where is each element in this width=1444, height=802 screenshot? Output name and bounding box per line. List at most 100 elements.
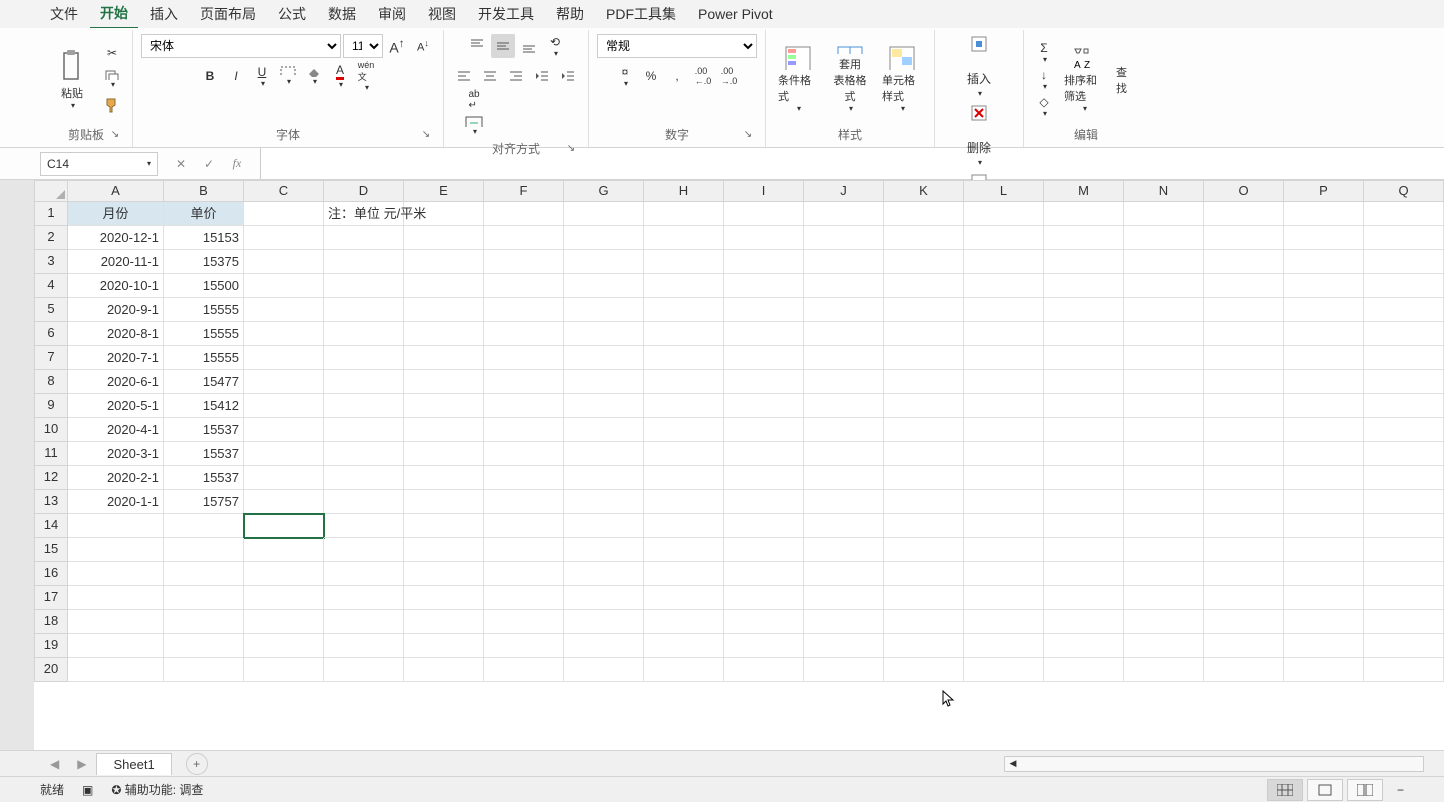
cell-C15[interactable] <box>244 538 324 562</box>
cell-K6[interactable] <box>884 322 964 346</box>
cell-G2[interactable] <box>564 226 644 250</box>
cell-L1[interactable] <box>964 202 1044 226</box>
row-header[interactable]: 18 <box>34 610 68 634</box>
underline-button[interactable]: U▾ <box>250 64 274 88</box>
col-header-D[interactable]: D <box>324 180 404 202</box>
row-header[interactable]: 20 <box>34 658 68 682</box>
cell-P8[interactable] <box>1284 370 1364 394</box>
cell-F7[interactable] <box>484 346 564 370</box>
cell-H3[interactable] <box>644 250 724 274</box>
row-header[interactable]: 14 <box>34 514 68 538</box>
cell-C19[interactable] <box>244 634 324 658</box>
cell-J20[interactable] <box>804 658 884 682</box>
cell-Q16[interactable] <box>1364 562 1444 586</box>
cell-H19[interactable] <box>644 634 724 658</box>
cell-C6[interactable] <box>244 322 324 346</box>
cell-A2[interactable]: 2020-12-1 <box>68 226 164 250</box>
sheet-tab[interactable]: Sheet1 <box>96 753 171 775</box>
accessibility-status[interactable]: ✪ 辅助功能: 调查 <box>111 781 203 798</box>
cell-M6[interactable] <box>1044 322 1124 346</box>
cell-F12[interactable] <box>484 466 564 490</box>
cell-Q14[interactable] <box>1364 514 1444 538</box>
cell-J3[interactable] <box>804 250 884 274</box>
cell-G9[interactable] <box>564 394 644 418</box>
cell-L10[interactable] <box>964 418 1044 442</box>
cell-I3[interactable] <box>724 250 804 274</box>
cell-Q6[interactable] <box>1364 322 1444 346</box>
normal-view-button[interactable] <box>1267 779 1303 801</box>
menu-insert[interactable]: 插入 <box>140 0 188 28</box>
cell-L15[interactable] <box>964 538 1044 562</box>
font-name-combo[interactable]: 宋体 <box>141 34 341 58</box>
cell-E14[interactable] <box>404 514 484 538</box>
cell-H20[interactable] <box>644 658 724 682</box>
cell-B13[interactable]: 15757 <box>164 490 244 514</box>
cell-L17[interactable] <box>964 586 1044 610</box>
col-header-N[interactable]: N <box>1124 180 1204 202</box>
cell-F8[interactable] <box>484 370 564 394</box>
cell-J8[interactable] <box>804 370 884 394</box>
add-sheet-button[interactable]: + <box>186 753 208 775</box>
comma-button[interactable]: , <box>665 64 689 88</box>
cell-A10[interactable]: 2020-4-1 <box>68 418 164 442</box>
cell-H1[interactable] <box>644 202 724 226</box>
cell-K2[interactable] <box>884 226 964 250</box>
cell-N20[interactable] <box>1124 658 1204 682</box>
copy-button[interactable]: ▾ <box>100 67 124 91</box>
cell-G7[interactable] <box>564 346 644 370</box>
cell-I7[interactable] <box>724 346 804 370</box>
phonetic-button[interactable]: wén文▾ <box>354 64 378 88</box>
fill-color-button[interactable]: ▾ <box>302 64 326 88</box>
row-header[interactable]: 1 <box>34 202 68 226</box>
cell-D17[interactable] <box>324 586 404 610</box>
cell-J5[interactable] <box>804 298 884 322</box>
cell-N19[interactable] <box>1124 634 1204 658</box>
cell-E20[interactable] <box>404 658 484 682</box>
cell-D14[interactable] <box>324 514 404 538</box>
cell-C8[interactable] <box>244 370 324 394</box>
cell-Q5[interactable] <box>1364 298 1444 322</box>
cell-N9[interactable] <box>1124 394 1204 418</box>
cell-J4[interactable] <box>804 274 884 298</box>
cell-Q12[interactable] <box>1364 466 1444 490</box>
cell-D18[interactable] <box>324 610 404 634</box>
increase-indent-button[interactable] <box>556 64 580 88</box>
cell-M19[interactable] <box>1044 634 1124 658</box>
cell-N2[interactable] <box>1124 226 1204 250</box>
cell-M12[interactable] <box>1044 466 1124 490</box>
cell-L12[interactable] <box>964 466 1044 490</box>
cell-B4[interactable]: 15500 <box>164 274 244 298</box>
menu-pdf[interactable]: PDF工具集 <box>596 0 686 28</box>
cell-J1[interactable] <box>804 202 884 226</box>
cell-D7[interactable] <box>324 346 404 370</box>
col-header-H[interactable]: H <box>644 180 724 202</box>
cell-J11[interactable] <box>804 442 884 466</box>
cell-K8[interactable] <box>884 370 964 394</box>
border-button[interactable]: ▾ <box>276 64 300 88</box>
increase-font-button[interactable]: A↑ <box>385 34 409 58</box>
cell-M16[interactable] <box>1044 562 1124 586</box>
cell-Q1[interactable] <box>1364 202 1444 226</box>
cell-I15[interactable] <box>724 538 804 562</box>
cell-A4[interactable]: 2020-10-1 <box>68 274 164 298</box>
cell-O9[interactable] <box>1204 394 1284 418</box>
cell-O7[interactable] <box>1204 346 1284 370</box>
cell-D11[interactable] <box>324 442 404 466</box>
cell-F5[interactable] <box>484 298 564 322</box>
cell-H6[interactable] <box>644 322 724 346</box>
conditional-format-button[interactable]: 条件格式 ▾ <box>774 43 822 115</box>
cell-L18[interactable] <box>964 610 1044 634</box>
cell-E7[interactable] <box>404 346 484 370</box>
cell-F18[interactable] <box>484 610 564 634</box>
dialog-launcher-icon[interactable]: ↘ <box>564 143 578 157</box>
cell-K19[interactable] <box>884 634 964 658</box>
decrease-font-button[interactable]: A↓ <box>411 34 435 58</box>
cell-M7[interactable] <box>1044 346 1124 370</box>
cell-D19[interactable] <box>324 634 404 658</box>
cell-F14[interactable] <box>484 514 564 538</box>
menu-help[interactable]: 帮助 <box>546 0 594 28</box>
cell-Q11[interactable] <box>1364 442 1444 466</box>
row-header[interactable]: 16 <box>34 562 68 586</box>
cell-H7[interactable] <box>644 346 724 370</box>
align-right-button[interactable] <box>504 64 528 88</box>
